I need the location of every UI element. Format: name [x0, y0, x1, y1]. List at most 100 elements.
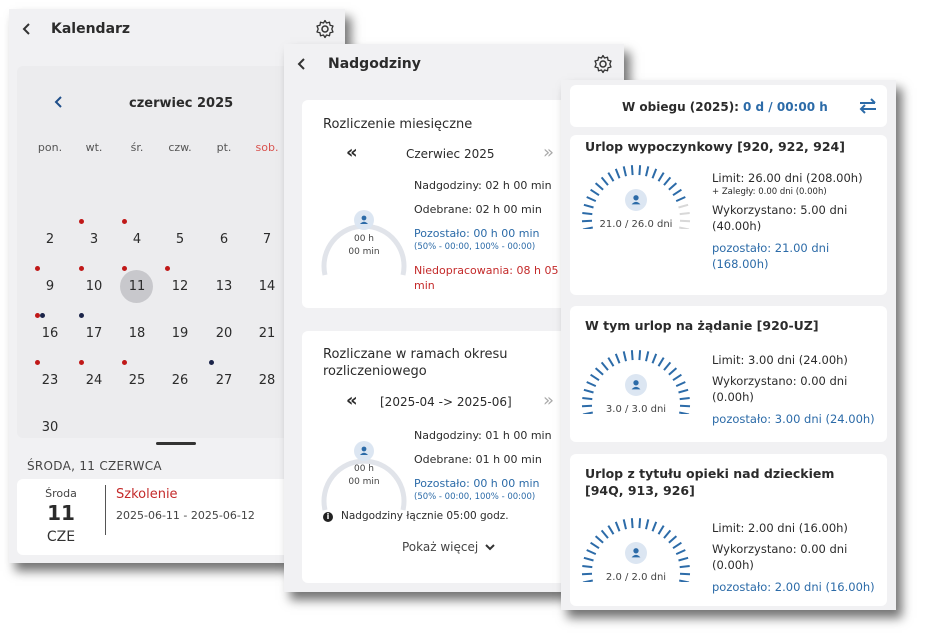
calendar-day[interactable]: 3 [73, 219, 115, 257]
month-label: czerwiec 2025 [129, 96, 234, 111]
calendar-day[interactable]: 13 [203, 270, 245, 304]
leave-card: Urlop z tytułu opieki nad dzieckiem [94Q,… [570, 454, 887, 606]
remaining-line: pozostało: 2.00 dni (16.00h) [712, 580, 875, 594]
leave-card: Urlop wypoczynkowy [920, 922, 924] 21.0 /… [570, 135, 887, 295]
leave-panel: W obiegu (2025): 0 d / 00:00 h Urlop wyp… [561, 80, 896, 610]
used-line-2: (40.00h) [712, 219, 762, 233]
calendar-day[interactable]: 27 [203, 360, 245, 398]
event-marker-dot [79, 266, 84, 271]
calendar-day[interactable]: 19 [159, 317, 201, 351]
weekday-label: wt. [85, 141, 103, 154]
prev-month-icon[interactable] [51, 94, 67, 110]
show-more-button[interactable]: Pokaż więcej [402, 540, 495, 554]
limit-line: Limit: 26.00 dni (208.00h) [712, 171, 863, 185]
gauge-sub: 00 min [348, 477, 380, 487]
event-marker-dot [165, 266, 170, 271]
day-number: 17 [85, 326, 103, 341]
calendar-day[interactable]: 28 [246, 364, 288, 398]
leave-title: W tym urlop na żądanie [920-UZ] [585, 318, 819, 333]
day-number: 7 [262, 232, 272, 247]
remaining-detail: (50% - 00:00, 100% - 00:00) [414, 242, 536, 252]
calendar-day[interactable]: 2 [29, 223, 71, 257]
day-number: 10 [85, 279, 103, 294]
page-title: Nadgodziny [328, 56, 421, 72]
event-marker-dot [122, 360, 127, 365]
calendar-day[interactable]: 20 [203, 317, 245, 351]
shortfall-line: Niedopracowania: 08 h 05 [414, 264, 559, 277]
gear-icon[interactable] [314, 18, 336, 40]
next-period-icon[interactable]: » [543, 390, 554, 411]
period-settlement-card: Rozliczane w ramach okresu rozliczeniowe… [302, 331, 602, 583]
calendar-day[interactable]: 21 [246, 317, 288, 351]
drag-handle[interactable] [156, 442, 196, 445]
day-number: 16 [41, 326, 59, 341]
calendar-day[interactable]: 17 [73, 313, 115, 351]
person-icon [625, 189, 647, 211]
gear-icon[interactable] [592, 53, 614, 75]
next-period-icon[interactable]: » [543, 142, 554, 163]
back-arrow-icon[interactable] [292, 54, 312, 74]
person-icon [354, 210, 374, 230]
day-number: 14 [258, 279, 276, 294]
day-number: 2 [45, 232, 55, 247]
event-month: CZE [46, 529, 76, 545]
limit-line: Limit: 3.00 dni (24.00h) [712, 353, 848, 367]
card-heading: Rozliczenie miesięczne [323, 117, 473, 132]
event-marker-dot [79, 360, 84, 365]
day-number: 11 [128, 279, 146, 294]
gauge-value: 00 h [353, 234, 375, 244]
calendar-day[interactable]: 12 [159, 266, 201, 304]
calendar-day[interactable]: 16 [29, 313, 71, 351]
overtime-line: Nadgodziny: 02 h 00 min [414, 179, 552, 192]
day-number: 24 [85, 373, 103, 388]
gauge-value: 00 h [353, 464, 375, 474]
remaining-line: pozostało: 3.00 dni (24.00h) [712, 412, 875, 426]
event-date-range: 2025-06-11 - 2025-06-12 [116, 509, 255, 522]
back-arrow-icon[interactable] [17, 19, 37, 39]
calendar-day[interactable]: 6 [203, 223, 245, 257]
calendar-day[interactable]: 25 [116, 360, 158, 398]
overdue-line: + Zaległy: 0.00 dni (0.00h) [712, 187, 827, 197]
calendar-day[interactable]: 26 [159, 364, 201, 398]
used-line: Wykorzystano: 0.00 dni [712, 374, 848, 388]
swap-icon[interactable] [857, 95, 879, 117]
day-number: 18 [128, 326, 146, 341]
calendar-day[interactable]: 30 [29, 411, 71, 445]
chevron-down-icon [485, 544, 495, 551]
calendar-day[interactable]: 24 [73, 360, 115, 398]
page-title: Kalendarz [51, 21, 131, 37]
prev-period-icon[interactable]: « [346, 142, 358, 163]
total-note: Nadgodziny łącznie 05:00 godz. [341, 510, 509, 522]
day-number: 21 [258, 326, 276, 341]
calendar-day[interactable]: 18 [116, 317, 158, 351]
day-number: 19 [171, 326, 189, 341]
person-icon [625, 542, 647, 564]
weekday-label: pt. [216, 141, 232, 154]
divider [105, 485, 106, 535]
calendar-day[interactable]: 4 [116, 219, 158, 257]
gauge-value: 3.0 / 3.0 dni [605, 404, 667, 415]
calendar-day[interactable]: 23 [29, 360, 71, 398]
event-marker-dot [79, 313, 84, 318]
event-marker-dot [79, 219, 84, 224]
event-marker-dot [209, 360, 214, 365]
calendar-day[interactable]: 9 [29, 266, 71, 304]
calendar-day[interactable]: 10 [73, 266, 115, 304]
weekday-label: pon. [37, 141, 63, 154]
calendar-day[interactable]: 14 [246, 270, 288, 304]
used-line: Wykorzystano: 0.00 dni [712, 542, 848, 556]
leave-title: Urlop z tytułu opieki nad dzieckiem [585, 466, 835, 481]
prev-period-icon[interactable]: « [346, 390, 358, 411]
event-marker-dot [40, 313, 45, 318]
period-label: Czerwiec 2025 [406, 147, 495, 161]
card-heading: Rozliczane w ramach okresu [323, 347, 508, 362]
calendar-day[interactable]: 7 [246, 223, 288, 257]
day-number: 3 [89, 232, 99, 247]
remaining-line-2: (168.00h) [712, 257, 769, 271]
event-marker-dot [35, 360, 40, 365]
calendar-day[interactable]: 11 [116, 266, 158, 304]
day-number: 13 [215, 279, 233, 294]
circulation-label: W obiegu (2025): [622, 100, 739, 114]
calendar-day[interactable]: 5 [159, 223, 201, 257]
person-icon [354, 441, 374, 461]
